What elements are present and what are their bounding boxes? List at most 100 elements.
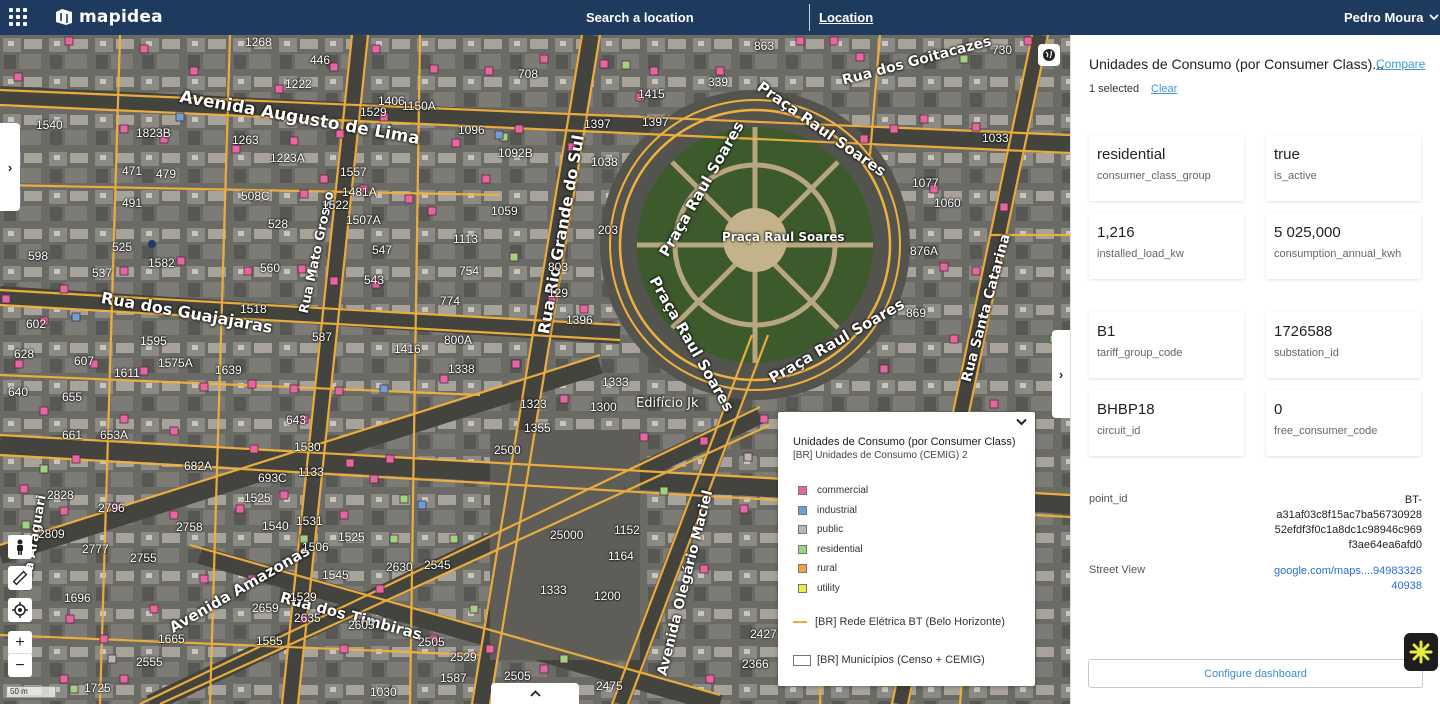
- building-number: 2659: [252, 601, 279, 615]
- building-number: 754: [459, 264, 480, 278]
- point-id-line: 52efdf3f0c1a8dc1c98946c969: [1274, 524, 1422, 536]
- street-view-link-line: google.com/maps....94983326: [1274, 565, 1422, 577]
- building-number: 640: [8, 385, 29, 399]
- building-number: 1639: [215, 363, 242, 377]
- right-panel-toggle[interactable]: ›: [1052, 330, 1070, 418]
- configure-dashboard-button[interactable]: Configure dashboard: [1088, 659, 1423, 688]
- legend-polygon-layer: [BR] Municípios (Censo + CEMIG): [793, 654, 1020, 666]
- building-number: 1507A: [346, 213, 381, 227]
- building-number: 1300: [590, 400, 617, 414]
- map-canvas[interactable]: Avenida Augusto de Lima Rua dos Guajajar…: [0, 35, 1070, 704]
- legend-swatch: [798, 486, 807, 496]
- attribute-key: free_consumer_code: [1274, 425, 1378, 437]
- building-number: 1113: [453, 232, 478, 246]
- point-id-line: BT-: [1404, 494, 1422, 506]
- building-number: 1059: [491, 204, 518, 218]
- building-number: 2605: [348, 618, 375, 632]
- building-number: 602: [26, 317, 47, 331]
- building-number: 1696: [64, 591, 91, 605]
- street-view-pegman-button[interactable]: [8, 535, 32, 559]
- building-number: 708: [518, 67, 539, 81]
- building-number: 653A: [100, 428, 129, 442]
- location-link[interactable]: Location: [819, 10, 873, 25]
- ruler-icon: [12, 570, 28, 586]
- chevron-right-icon: ›: [1058, 366, 1064, 382]
- street-view-link[interactable]: google.com/maps....94983326 40938: [1274, 564, 1422, 594]
- zoom-out-button[interactable]: −: [8, 653, 32, 677]
- legend-title: Unidades de Consumo (por Consumer Class): [793, 436, 1016, 448]
- building-number: 1263: [232, 133, 259, 147]
- building-number: 1396: [566, 313, 593, 327]
- basemap-toggle-button[interactable]: [1038, 44, 1060, 66]
- my-location-button[interactable]: [8, 598, 32, 622]
- building-number: 2545: [424, 558, 451, 572]
- building-number: 1530: [294, 440, 321, 454]
- building-number: 25000: [550, 528, 584, 542]
- legend-swatch: [798, 525, 807, 535]
- search-location-input[interactable]: Search a location: [586, 10, 694, 25]
- building-number: 1665: [158, 632, 185, 646]
- attribute-value: 1726588: [1274, 323, 1333, 340]
- map-scale-bar: 50 m: [6, 686, 56, 698]
- chevron-down-icon[interactable]: [1016, 418, 1027, 426]
- attribute-card: 1726588 substation_id: [1266, 312, 1421, 378]
- left-panel-toggle[interactable]: ›: [0, 123, 20, 211]
- attribute-card: 0 free_consumer_code: [1266, 390, 1421, 456]
- building-number: 1133: [298, 465, 324, 479]
- selection-count: 1 selected: [1089, 83, 1140, 95]
- building-number: 508C: [241, 189, 270, 203]
- building-number: 2366: [742, 657, 769, 671]
- building-number: 2555: [136, 655, 163, 669]
- attribute-card: B1 tariff_group_code: [1089, 312, 1244, 378]
- attribute-value: 5 025,000: [1274, 224, 1341, 241]
- point-id-value: BT- a31af03c8f15ac7ba56730928 52efdf3f0c…: [1275, 493, 1422, 553]
- building-number: 774: [440, 294, 461, 308]
- building-number: 1416: [394, 342, 421, 356]
- brand-logo[interactable]: mapidea: [55, 7, 163, 27]
- building-number: 471: [122, 164, 143, 178]
- building-number: 1518: [240, 302, 267, 316]
- user-menu[interactable]: Pedro Moura: [1344, 10, 1440, 25]
- legend-label: public: [817, 524, 844, 536]
- building-number: 1540: [36, 118, 63, 132]
- legend-items: commercial industrial public residential…: [793, 481, 1020, 598]
- legend-polygon-label: [BR] Municípios (Censo + CEMIG): [817, 654, 985, 666]
- compare-link[interactable]: Compare: [1376, 57, 1425, 71]
- building-number: 1096: [458, 123, 485, 137]
- legend-swatch: [798, 583, 807, 593]
- clear-selection-link[interactable]: Clear: [1151, 83, 1177, 95]
- bottom-drawer-toggle[interactable]: [491, 683, 579, 704]
- globe-icon: [1043, 49, 1055, 61]
- building-number: 1397: [584, 117, 611, 131]
- building-number: 1268: [245, 35, 272, 49]
- building-number: 2505: [418, 635, 445, 649]
- building-number: 1506: [302, 540, 329, 554]
- building-number: 1333: [540, 583, 567, 597]
- legend-item-public: public: [793, 520, 1020, 540]
- attribute-key: circuit_id: [1097, 425, 1141, 437]
- pegman-icon: [17, 539, 23, 555]
- app-grid-icon[interactable]: [9, 8, 27, 26]
- building-number: 525: [112, 240, 133, 254]
- chevron-up-icon: [529, 690, 541, 697]
- attribute-card: residential consumer_class_group: [1089, 135, 1244, 201]
- help-widget-button[interactable]: [1404, 633, 1438, 671]
- attribute-card: 5 025,000 consumption_annual_kwh: [1266, 213, 1421, 279]
- legend-swatch: [798, 505, 807, 515]
- building-number: 1338: [448, 362, 475, 376]
- building-number: 587: [312, 330, 333, 344]
- legend-swatch: [798, 564, 807, 574]
- top-bar: mapidea Search a location Location Pedro…: [0, 0, 1440, 35]
- legend-line-layer: [BR] Rede Elétrica BT (Belo Horizonte): [793, 616, 1020, 628]
- zoom-in-button[interactable]: +: [8, 631, 32, 655]
- attribute-card: true is_active: [1266, 135, 1421, 201]
- building-number: 655: [62, 390, 83, 404]
- building-number: 1611: [114, 366, 140, 380]
- building-number: 2505: [504, 669, 531, 683]
- building-number: 1522: [322, 198, 349, 212]
- building-number: 803: [548, 260, 569, 274]
- building-number: 2427: [750, 627, 777, 641]
- attribute-key: is_active: [1274, 170, 1317, 182]
- attribute-card: BHBP18 circuit_id: [1089, 390, 1244, 456]
- measure-ruler-button[interactable]: [8, 566, 32, 590]
